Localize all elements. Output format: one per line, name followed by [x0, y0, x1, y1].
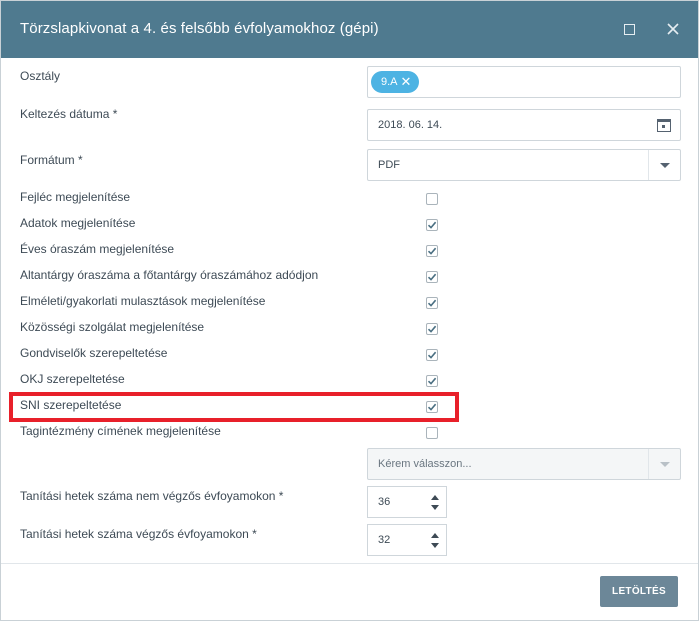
checkbox[interactable] [426, 297, 438, 309]
checkbox-label: OKJ szerepeltetése [20, 372, 125, 386]
report-dialog: Törzslapkivonat a 4. és felsőbb évfolyam… [0, 0, 699, 621]
number-spinner[interactable] [424, 525, 446, 555]
checkbox[interactable] [426, 427, 438, 439]
increment-icon[interactable] [431, 494, 439, 500]
date-label: Keltezés dátuma * [20, 107, 118, 121]
format-value: PDF [378, 159, 400, 171]
institution-placeholder: Kérem válasszon... [378, 458, 472, 470]
date-value: 2018. 06. 14. [378, 119, 443, 131]
chip-remove-icon[interactable]: ✕ [401, 71, 412, 93]
checkmark-icon [427, 247, 437, 255]
format-label: Formátum * [20, 153, 83, 167]
checkbox-label: Adatok megjelenítése [20, 216, 136, 230]
calendar-icon[interactable] [648, 110, 680, 140]
class-label: Osztály [20, 69, 61, 83]
chevron-down-icon[interactable] [648, 150, 680, 180]
decrement-icon[interactable] [431, 542, 439, 548]
checkbox-label: Gondviselők szerepeltetése [20, 346, 168, 360]
chevron-down-icon[interactable] [648, 449, 680, 479]
checkbox[interactable] [426, 193, 438, 205]
dialog-body: Osztály 9.A ✕ Keltezés dátuma * 2018. 06… [1, 58, 698, 563]
dialog-footer: LETÖLTÉS [1, 563, 698, 621]
checkbox[interactable] [426, 271, 438, 283]
weeks-final-value: 32 [378, 534, 391, 546]
weeks-nonfinal-value: 36 [378, 496, 391, 508]
weeks-nonfinal-label: Tanítási hetek száma nem végzős évfoyamo… [20, 489, 284, 503]
checkbox-label: Altantárgy óraszáma a főtantárgy óraszám… [20, 268, 319, 282]
checkbox-label: Tagintézmény címének megjelenítése [20, 424, 221, 438]
weeks-nonfinal-input[interactable]: 36 [367, 486, 447, 518]
class-chip-label: 9.A [381, 76, 398, 88]
checkmark-icon [427, 325, 437, 333]
checkbox[interactable] [426, 219, 438, 231]
checkmark-icon [427, 377, 437, 385]
checkmark-icon [427, 221, 437, 229]
increment-icon[interactable] [431, 532, 439, 538]
checkmark-icon [427, 351, 437, 359]
highlight-box [9, 392, 459, 422]
checkbox[interactable] [426, 349, 438, 361]
class-chip: 9.A ✕ [371, 71, 420, 93]
checkbox-label: Fejléc megjelenítése [20, 190, 131, 204]
download-button[interactable]: LETÖLTÉS [600, 576, 678, 607]
class-multiselect[interactable]: 9.A ✕ [367, 66, 681, 98]
weeks-final-input[interactable]: 32 [367, 524, 447, 556]
decrement-icon[interactable] [431, 504, 439, 510]
checkmark-icon [427, 299, 437, 307]
maximize-icon[interactable] [618, 18, 640, 40]
date-input[interactable]: 2018. 06. 14. [367, 109, 681, 141]
format-select[interactable]: PDF [367, 149, 681, 181]
dialog-title: Törzslapkivonat a 4. és felsőbb évfolyam… [20, 20, 379, 37]
checkmark-icon [427, 273, 437, 281]
close-icon[interactable] [662, 18, 684, 40]
checkbox-label: Elméleti/gyakorlati mulasztások megjelen… [20, 294, 266, 308]
weeks-final-label: Tanítási hetek száma végzős évfoyamokon … [20, 527, 257, 541]
checkbox-label: Közösségi szolgálat megjelenítése [20, 320, 205, 334]
checkbox[interactable] [426, 245, 438, 257]
number-spinner[interactable] [424, 487, 446, 517]
checkbox[interactable] [426, 323, 438, 335]
dialog-titlebar: Törzslapkivonat a 4. és felsőbb évfolyam… [1, 1, 698, 58]
checkbox-label: Éves óraszám megjelenítése [20, 242, 175, 256]
institution-select[interactable]: Kérem válasszon... [367, 448, 681, 480]
checkbox[interactable] [426, 375, 438, 387]
